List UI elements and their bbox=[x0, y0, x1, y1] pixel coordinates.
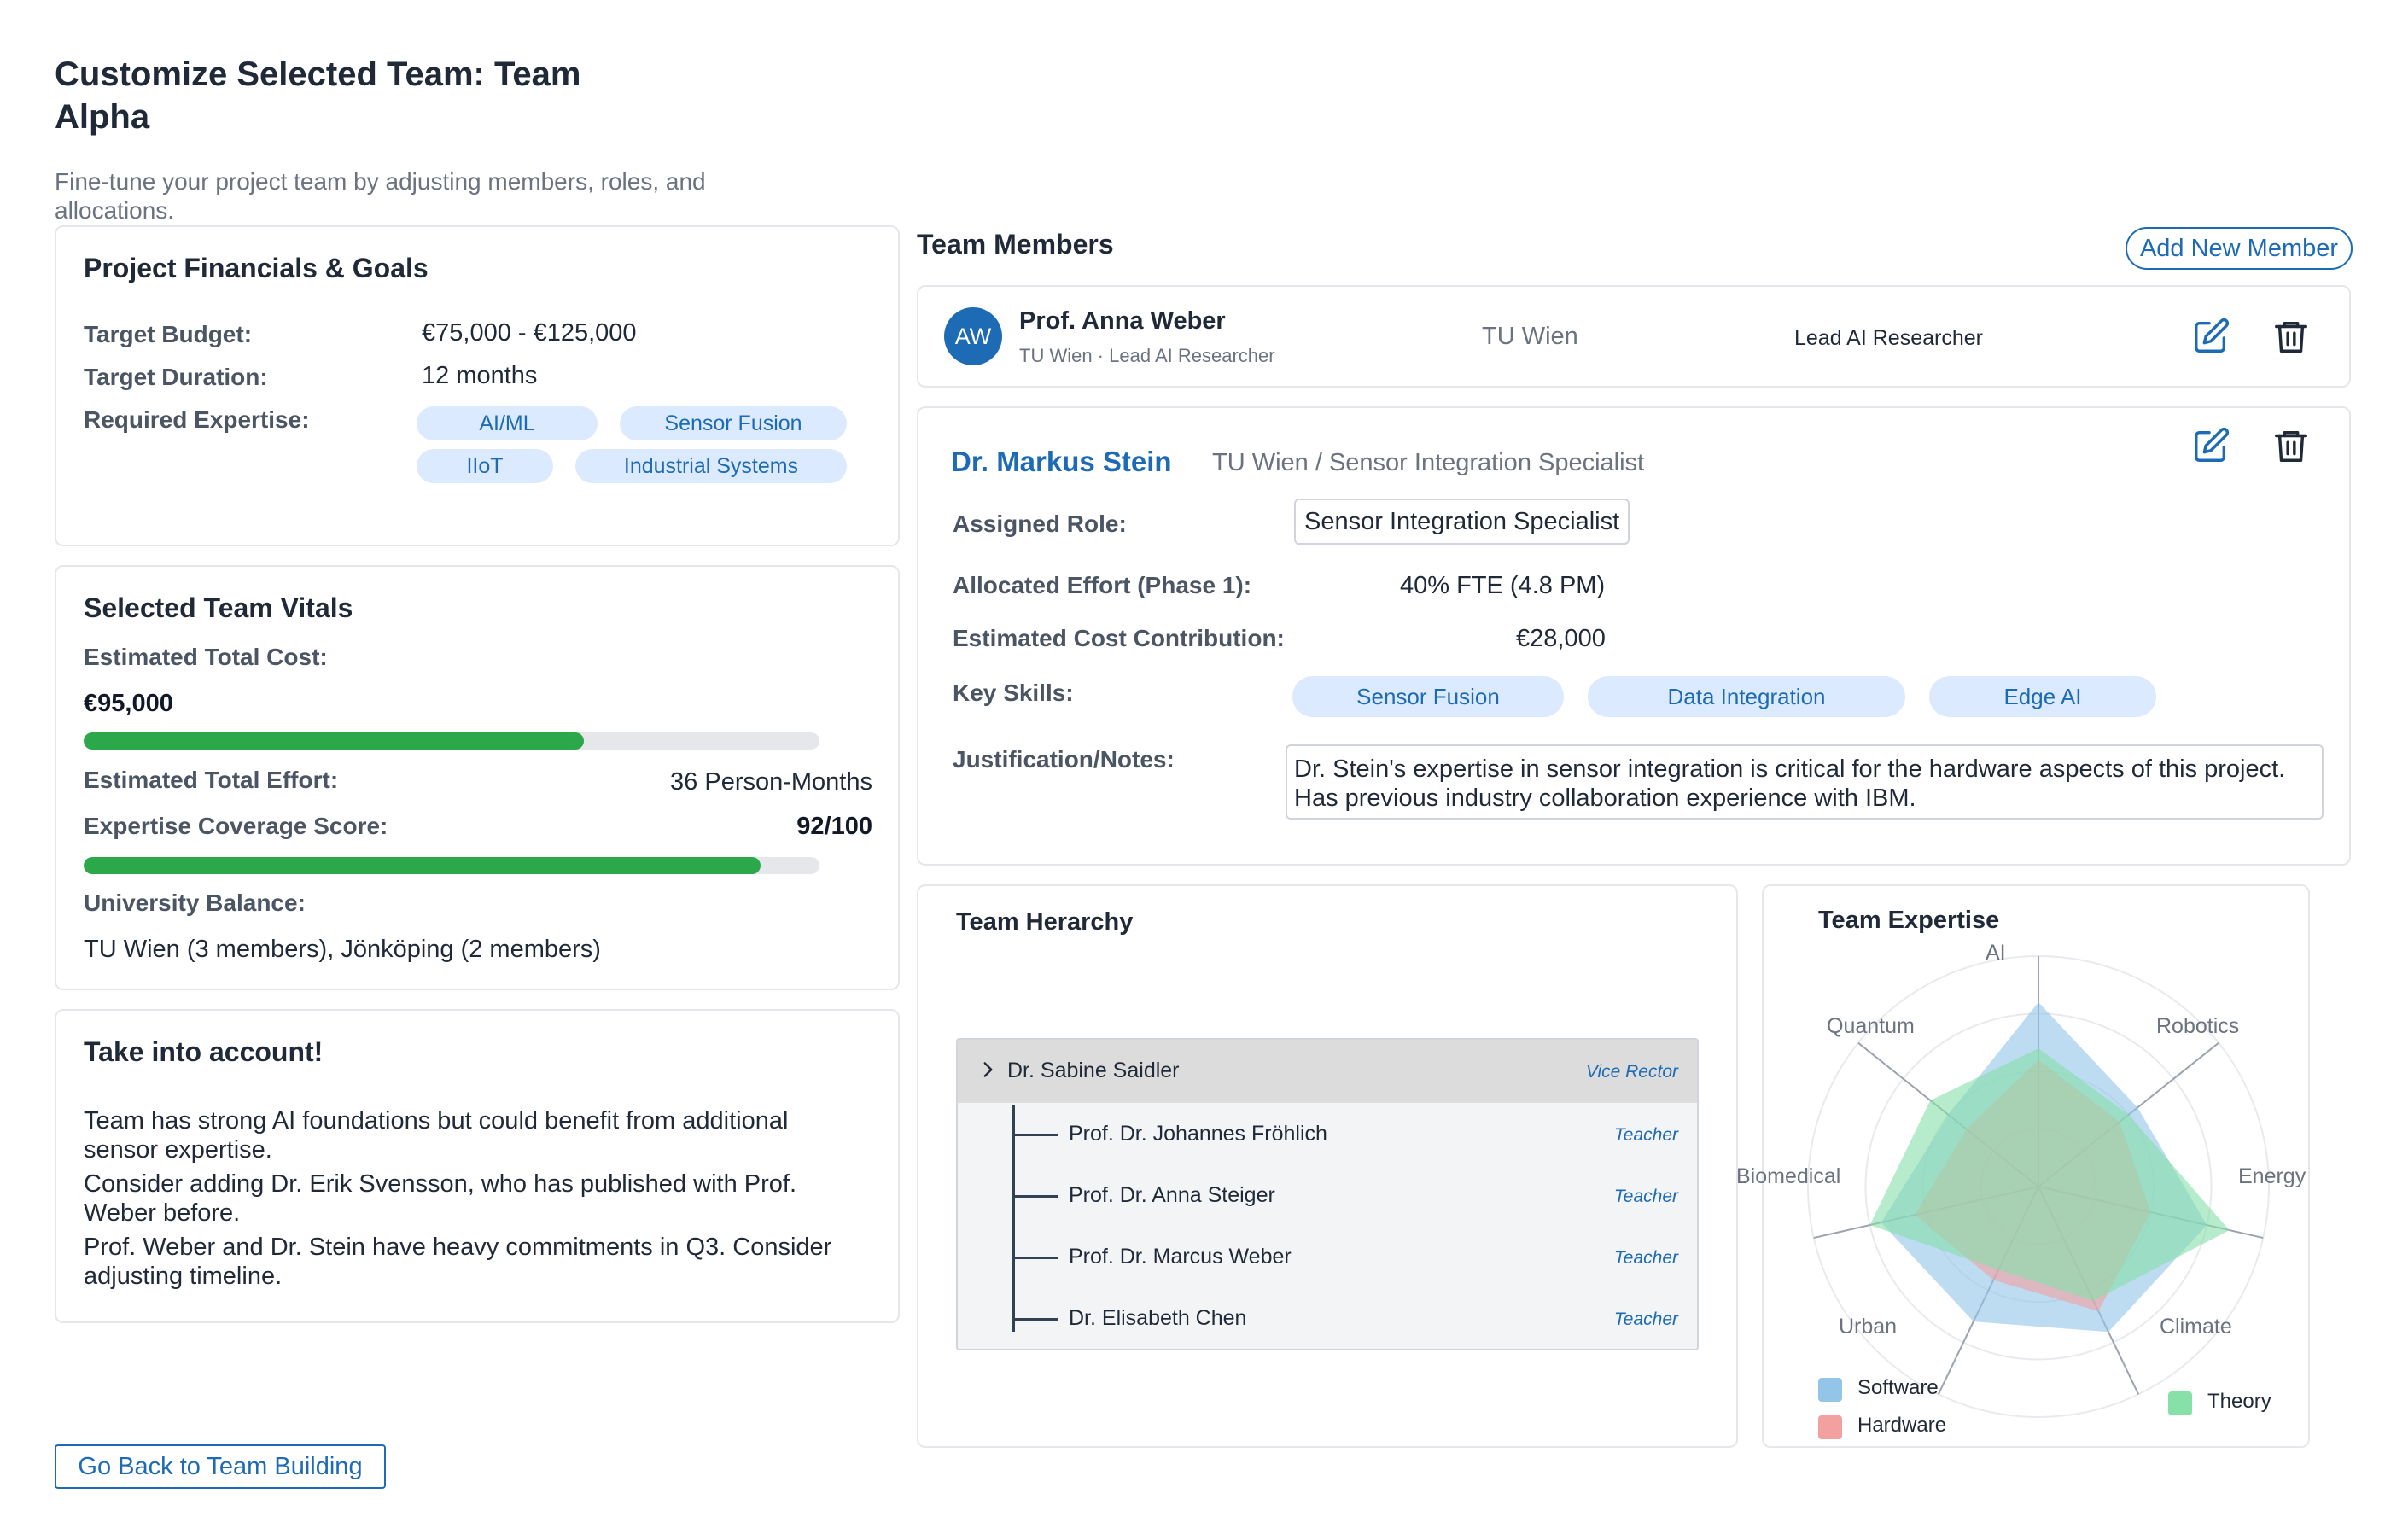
duration-label: Target Duration: bbox=[84, 364, 268, 390]
role-field[interactable]: Sensor Integration Specialist bbox=[1294, 499, 1630, 545]
legend-swatch-theory bbox=[2168, 1391, 2192, 1415]
notes-label: Justification/Notes: bbox=[953, 746, 1175, 773]
expertise-tag: AI/ML bbox=[417, 406, 598, 440]
tree-connector bbox=[1012, 1105, 1015, 1332]
back-button[interactable]: Go Back to Team Building bbox=[55, 1444, 386, 1489]
tree-child-name[interactable]: Prof. Dr. Marcus Weber bbox=[1069, 1245, 1292, 1269]
member-meta: TU Wien / Sensor Integration Specialist bbox=[1212, 449, 1645, 476]
member-meta: TU Wien · Lead AI Researcher bbox=[1019, 345, 1275, 366]
expertise-tag: IIoT bbox=[417, 449, 553, 483]
cost-progress-fill bbox=[84, 732, 585, 750]
hierarchy-tree: Dr. Sabine Saidler Vice Rector Prof. Dr.… bbox=[956, 1038, 1699, 1350]
vitals-title: Selected Team Vitals bbox=[84, 592, 353, 623]
axis-label: Climate bbox=[2160, 1315, 2232, 1339]
expertise-label: Required Expertise: bbox=[84, 406, 310, 433]
legend-label: Hardware bbox=[1857, 1414, 1947, 1437]
cost-label: Estimated Total Cost: bbox=[84, 644, 328, 670]
cost-contribution-label: Estimated Cost Contribution: bbox=[953, 625, 1285, 651]
financials-title: Project Financials & Goals bbox=[84, 253, 429, 283]
tree-root-role: Vice Rector bbox=[1585, 1062, 1678, 1082]
skills-label: Key Skills: bbox=[953, 680, 1074, 706]
expertise-tag: Industrial Systems bbox=[575, 449, 847, 483]
axis-label: Urban bbox=[1839, 1315, 1898, 1339]
tree-connector bbox=[1012, 1134, 1058, 1136]
page-title: Customize Selected Team: Team Alpha bbox=[55, 55, 581, 136]
trash-icon[interactable] bbox=[2271, 425, 2312, 466]
balance-label: University Balance: bbox=[84, 890, 306, 916]
notes-card: Take into account! Team has strong AI fo… bbox=[55, 1009, 900, 1323]
member-name: Prof. Anna Weber bbox=[1019, 307, 1226, 335]
tree-connector bbox=[1012, 1257, 1058, 1259]
chevron-right-icon[interactable] bbox=[977, 1059, 999, 1081]
budget-label: Target Budget: bbox=[84, 321, 253, 347]
axis-label: AI bbox=[1986, 941, 2006, 965]
effort-label: Estimated Total Effort: bbox=[84, 767, 339, 793]
legend-label: Software bbox=[1857, 1376, 1939, 1399]
tree-child-role: Teacher bbox=[1613, 1248, 1678, 1268]
justification-notes-field[interactable]: Dr. Stein's expertise in sensor integrat… bbox=[1286, 744, 2324, 820]
notes-title: Take into account! bbox=[84, 1036, 324, 1067]
team-members-title: Team Members bbox=[917, 229, 1114, 260]
expertise-radar-chart bbox=[1807, 955, 2270, 1418]
duration-value: 12 months bbox=[422, 362, 538, 389]
coverage-progress-fill bbox=[84, 857, 761, 874]
coverage-value: 92/100 bbox=[796, 813, 872, 840]
expertise-tag: Sensor Fusion bbox=[620, 406, 847, 440]
tree-root-row[interactable]: Dr. Sabine Saidler Vice Rector bbox=[958, 1040, 1697, 1103]
member-row-anna-weber[interactable]: AW Prof. Anna Weber TU Wien · Lead AI Re… bbox=[917, 285, 2351, 388]
tree-child-name[interactable]: Dr. Elisabeth Chen bbox=[1069, 1306, 1246, 1331]
balance-value: TU Wien (3 members), Jönköping (2 member… bbox=[84, 936, 601, 963]
axis-label: Energy bbox=[2238, 1164, 2306, 1188]
cost-progress-bar bbox=[84, 732, 819, 750]
avatar: AW bbox=[944, 307, 1002, 365]
tree-child-role: Teacher bbox=[1613, 1187, 1678, 1206]
tree-connector bbox=[1012, 1318, 1058, 1321]
cost-value: €95,000 bbox=[84, 690, 173, 717]
effort-label: Allocated Effort (Phase 1): bbox=[953, 572, 1252, 598]
legend-label: Theory bbox=[2207, 1390, 2271, 1413]
add-member-button[interactable]: Add New Member bbox=[2126, 227, 2353, 270]
coverage-progress-bar bbox=[84, 857, 819, 874]
tree-child-role: Teacher bbox=[1613, 1125, 1678, 1145]
tree-child-role: Teacher bbox=[1613, 1310, 1678, 1329]
member-name[interactable]: Dr. Markus Stein bbox=[951, 446, 1172, 478]
edit-icon[interactable] bbox=[2190, 425, 2231, 466]
tree-child-name[interactable]: Prof. Dr. Johannes Fröhlich bbox=[1069, 1122, 1327, 1146]
cost-contribution-value: €28,000 bbox=[1516, 625, 1606, 652]
legend-swatch-software bbox=[1818, 1378, 1842, 1402]
coverage-label: Expertise Coverage Score: bbox=[84, 813, 388, 839]
note-item: Consider adding Dr. Erik Svensson, who h… bbox=[84, 1170, 796, 1227]
member-card-markus-stein: Dr. Markus Stein TU Wien / Sensor Integr… bbox=[917, 406, 2351, 866]
legend-swatch-hardware bbox=[1818, 1415, 1842, 1439]
vitals-card: Selected Team Vitals Estimated Total Cos… bbox=[55, 565, 900, 990]
skill-tag: Edge AI bbox=[1929, 676, 2156, 717]
expertise-card: Team Expertise AI Robotics Energy Climat… bbox=[1736, 884, 2310, 1448]
effort-value: 36 Person-Months bbox=[670, 768, 872, 796]
page-subtitle: Fine-tune your project team by adjusting… bbox=[55, 168, 706, 224]
budget-value: €75,000 - €125,000 bbox=[422, 319, 637, 347]
financials-card: Project Financials & Goals Target Budget… bbox=[55, 225, 900, 546]
member-university: TU Wien bbox=[1482, 323, 1578, 350]
skill-tag: Data Integration bbox=[1588, 676, 1905, 717]
hierarchy-card: Team Herarchy Dr. Sabine Saidler Vice Re… bbox=[917, 884, 1738, 1448]
skill-tag: Sensor Fusion bbox=[1292, 676, 1564, 717]
note-item: Prof. Weber and Dr. Stein have heavy com… bbox=[84, 1234, 832, 1290]
tree-child-name[interactable]: Prof. Dr. Anna Steiger bbox=[1069, 1183, 1275, 1208]
member-role: Lead AI Researcher bbox=[1794, 326, 1983, 350]
axis-label: Biomedical bbox=[1736, 1164, 1841, 1188]
tree-connector bbox=[1012, 1195, 1058, 1198]
note-item: Team has strong AI foundations but could… bbox=[84, 1107, 789, 1164]
axis-label: Robotics bbox=[2156, 1014, 2240, 1038]
hierarchy-title: Team Herarchy bbox=[956, 908, 1134, 936]
edit-icon[interactable] bbox=[2190, 316, 2231, 357]
trash-icon[interactable] bbox=[2271, 316, 2312, 357]
role-label: Assigned Role: bbox=[953, 510, 1127, 537]
axis-label: Quantum bbox=[1827, 1014, 1915, 1038]
tree-root-name: Dr. Sabine Saidler bbox=[1007, 1059, 1180, 1082]
effort-value[interactable]: 40% FTE (4.8 PM) bbox=[1400, 572, 1605, 600]
